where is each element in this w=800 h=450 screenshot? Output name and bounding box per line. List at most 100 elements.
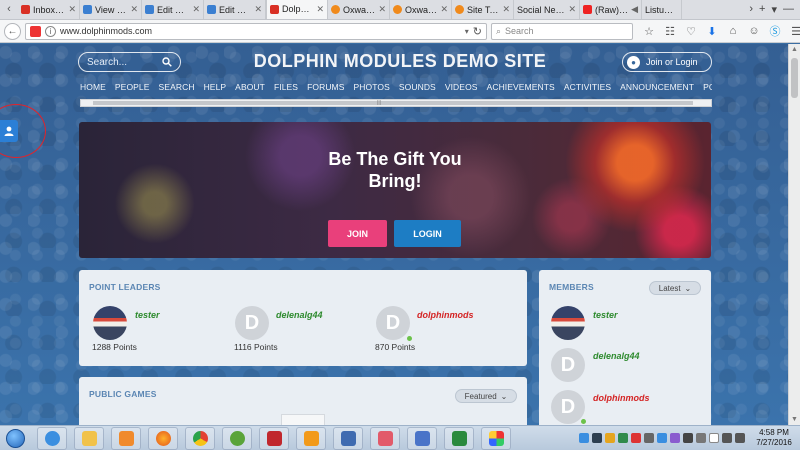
reload-icon[interactable]: ↻ <box>473 25 482 38</box>
join-button[interactable]: JOIN <box>328 220 387 247</box>
leader-name[interactable]: dolphinmods <box>417 310 474 320</box>
speaker-icon[interactable]: ◀ <box>631 4 638 15</box>
tab-scroll-right-icon[interactable]: › <box>749 3 753 15</box>
chat-icon[interactable]: ☺ <box>748 25 760 37</box>
close-tab-icon[interactable]: ✕ <box>130 4 138 15</box>
taskbar-eraser-app[interactable] <box>370 426 400 450</box>
taskbar-excel[interactable] <box>444 426 474 450</box>
join-or-login-button[interactable]: ● Join or Login <box>622 52 712 72</box>
menu-scrollbar-thumb[interactable] <box>93 101 693 105</box>
leader-name[interactable]: tester <box>135 310 160 320</box>
menu-item-announcement[interactable]: ANNOUNCEMENT <box>620 82 694 96</box>
browser-tab[interactable]: Edit Prod… ✕ <box>204 0 266 19</box>
browser-search-input[interactable]: ⌕ Search <box>491 22 633 40</box>
tray-app-icon[interactable] <box>618 433 628 443</box>
menu-item-achievements[interactable]: ACHIEVEMENTS <box>487 82 555 96</box>
tab-list-icon[interactable]: ▾ <box>771 3 777 16</box>
menu-item-photos[interactable]: PHOTOS <box>354 82 390 96</box>
latest-filter-dropdown[interactable]: Latest ⌄ <box>649 281 701 295</box>
browser-tab[interactable]: Oxwall St… ✕ <box>390 0 452 19</box>
tray-app-icon[interactable] <box>696 433 706 443</box>
scroll-up-icon[interactable]: ▲ <box>789 46 800 53</box>
tray-app-icon[interactable] <box>631 433 641 443</box>
close-tab-icon[interactable]: ✕ <box>68 4 76 15</box>
network-signal-icon[interactable] <box>722 433 732 443</box>
avatar[interactable]: D <box>235 306 269 340</box>
menu-item-activities[interactable]: ACTIVITIES <box>564 82 611 96</box>
menu-item-help[interactable]: HELP <box>204 82 227 96</box>
avatar[interactable]: D <box>551 390 585 424</box>
page-scrollbar-thumb[interactable] <box>791 58 798 98</box>
menu-item-forums[interactable]: FORUMS <box>307 82 344 96</box>
taskbar-filezilla[interactable] <box>259 426 289 450</box>
close-tab-icon[interactable]: ✕ <box>378 4 386 15</box>
pocket-icon[interactable]: ♡ <box>685 25 697 38</box>
taskbar-outlook[interactable] <box>296 426 326 450</box>
bookmark-star-icon[interactable]: ☆ <box>643 25 655 38</box>
browser-tab-active[interactable]: Dolph… ✕ <box>266 0 328 19</box>
back-button[interactable]: ← <box>4 22 21 40</box>
browser-tab[interactable]: Listu… <box>642 0 682 19</box>
game-thumbnail[interactable] <box>281 414 325 425</box>
taskbar-explorer[interactable] <box>74 426 104 450</box>
tray-app-icon[interactable] <box>657 433 667 443</box>
tray-app-icon[interactable] <box>670 433 680 443</box>
home-icon[interactable]: ⌂ <box>727 25 739 37</box>
start-button[interactable] <box>0 426 30 450</box>
member-name[interactable]: dolphinmods <box>593 393 650 403</box>
page-vertical-scrollbar[interactable]: ▲ ▼ <box>788 44 800 425</box>
site-search-input[interactable]: Search... <box>78 52 181 72</box>
menu-item-search[interactable]: SEARCH <box>159 82 195 96</box>
url-history-dropdown-icon[interactable]: ▾ <box>465 27 469 36</box>
browser-tab[interactable]: View mes… ✕ <box>80 0 142 19</box>
menu-item-videos[interactable]: VIDEOS <box>445 82 478 96</box>
close-tab-icon[interactable]: ✕ <box>502 4 510 15</box>
avatar[interactable]: D <box>376 306 410 340</box>
close-tab-icon[interactable]: ✕ <box>254 4 262 15</box>
tray-app-icon[interactable] <box>644 433 654 443</box>
avatar[interactable]: D <box>551 348 585 382</box>
browser-tab[interactable]: Edit Prod… ✕ <box>142 0 204 19</box>
new-tab-icon[interactable]: + <box>759 3 765 15</box>
close-tab-icon[interactable]: ✕ <box>440 4 448 15</box>
taskbar-network-app[interactable] <box>333 426 363 450</box>
member-name[interactable]: tester <box>593 310 618 320</box>
browser-tab[interactable]: Inbox (76… ✕ <box>18 0 80 19</box>
taskbar-chrome[interactable] <box>185 426 215 450</box>
leader-name[interactable]: delenalg44 <box>276 310 323 320</box>
site-identity-icon[interactable] <box>30 25 41 37</box>
tray-app-icon[interactable] <box>579 433 589 443</box>
menu-item-about[interactable]: ABOUT <box>235 82 265 96</box>
browser-tab[interactable]: Social Netwo… ✕ <box>514 0 580 19</box>
info-icon[interactable]: i <box>45 25 56 37</box>
flag-icon[interactable] <box>709 433 719 443</box>
login-button[interactable]: LOGIN <box>394 220 461 247</box>
taskbar-ie[interactable] <box>37 426 67 450</box>
address-bar[interactable]: i www.dolphinmods.com ▾ ↻ <box>25 22 487 40</box>
tab-scroll-left-icon[interactable]: ‹ <box>0 0 18 19</box>
member-name[interactable]: delenalg44 <box>593 351 640 361</box>
tray-app-icon[interactable] <box>592 433 602 443</box>
minimize-icon[interactable]: — <box>783 3 794 15</box>
menu-item-people[interactable]: PEOPLE <box>115 82 150 96</box>
tray-app-icon[interactable] <box>683 433 693 443</box>
avatar[interactable] <box>93 306 127 340</box>
taskbar-translate-app[interactable] <box>407 426 437 450</box>
close-tab-icon[interactable]: ✕ <box>192 4 200 15</box>
menu-item-files[interactable]: FILES <box>274 82 298 96</box>
user-widget-button[interactable] <box>0 120 18 142</box>
taskbar-media[interactable] <box>111 426 141 450</box>
taskbar-clock[interactable]: 4:58 PM 7/27/2016 <box>754 428 794 448</box>
menu-item-sounds[interactable]: SOUNDS <box>399 82 436 96</box>
close-tab-icon[interactable]: ✕ <box>316 4 324 15</box>
taskbar-paint[interactable] <box>481 426 511 450</box>
browser-tab[interactable]: (Raw)… ◀ <box>580 0 642 19</box>
browser-tab[interactable]: Site Tour… ✕ <box>452 0 514 19</box>
taskbar-firefox[interactable] <box>148 426 178 450</box>
tray-app-icon[interactable] <box>605 433 615 443</box>
menu-item-points[interactable]: POIN <box>703 82 712 96</box>
menu-horizontal-scrollbar[interactable]: ||| <box>80 99 712 107</box>
skype-icon[interactable]: Ⓢ <box>769 25 781 38</box>
volume-icon[interactable] <box>735 433 745 443</box>
menu-item-home[interactable]: HOME <box>80 82 106 96</box>
